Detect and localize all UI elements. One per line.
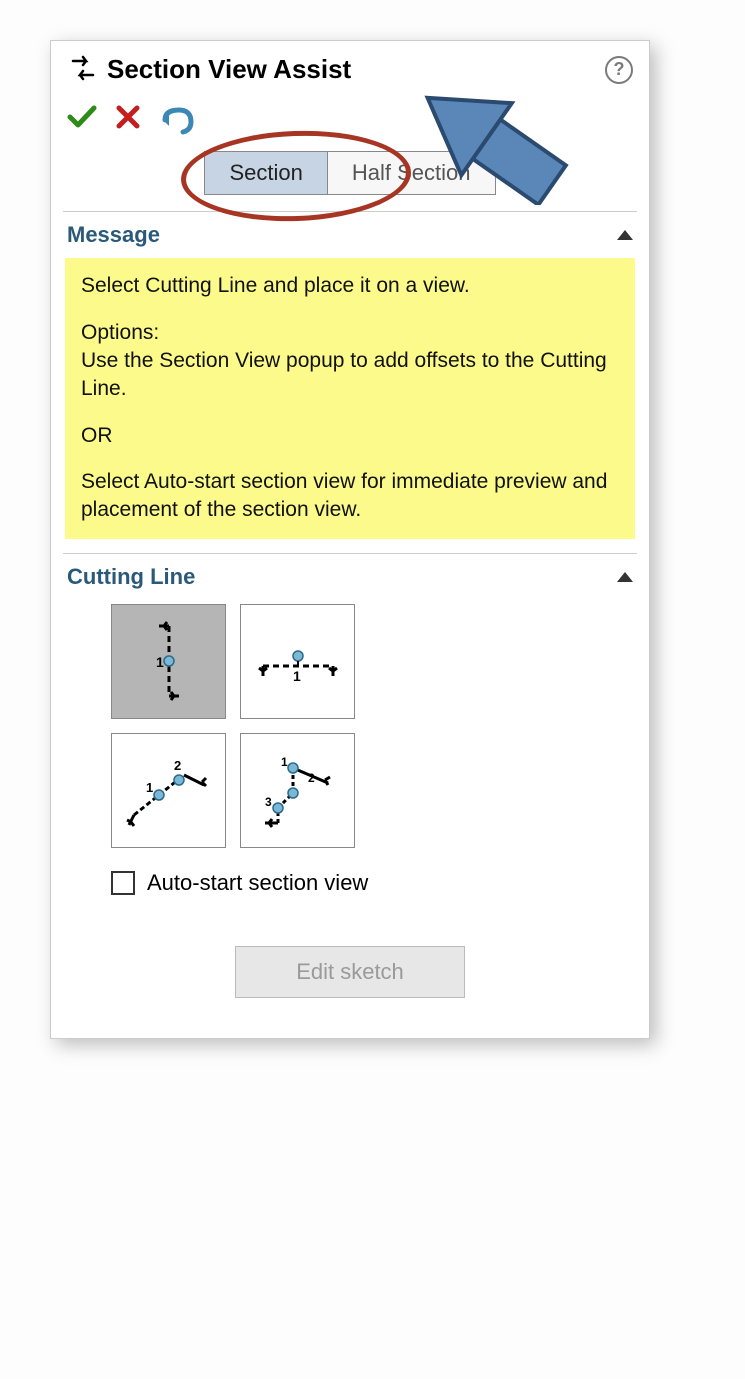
group-header-message[interactable]: Message (51, 212, 649, 254)
cutting-line-options: 1 1 1 2 (111, 604, 649, 848)
tab-half-section[interactable]: Half Section (328, 151, 496, 195)
svg-text:1: 1 (281, 755, 288, 769)
checkbox-icon (111, 871, 135, 895)
help-icon[interactable]: ? (605, 56, 633, 84)
cutting-line-vertical[interactable]: 1 (111, 604, 226, 719)
message-line: Select Auto-start section view for immed… (81, 468, 619, 525)
cutting-line-aligned[interactable]: 1 2 (111, 733, 226, 848)
cutting-line-horizontal[interactable]: 1 (240, 604, 355, 719)
action-row (51, 90, 649, 145)
checkbox-label: Auto-start section view (147, 870, 368, 896)
cutting-line-broken[interactable]: 1 2 3 (240, 733, 355, 848)
message-line: Options: Use the Section View popup to a… (81, 319, 619, 404)
message-box: Select Cutting Line and place it on a vi… (65, 258, 635, 538)
tab-row: Section Half Section (51, 145, 649, 211)
auto-start-checkbox[interactable]: Auto-start section view (111, 870, 649, 896)
message-line: OR (81, 422, 619, 450)
svg-text:3: 3 (265, 795, 272, 809)
svg-text:2: 2 (308, 771, 315, 785)
feature-icon (67, 53, 99, 86)
ok-button[interactable] (67, 100, 97, 139)
undo-button[interactable] (159, 104, 195, 136)
svg-text:1: 1 (156, 654, 164, 670)
chevron-up-icon (617, 572, 633, 582)
group-label: Cutting Line (67, 564, 195, 590)
chevron-up-icon (617, 230, 633, 240)
group-label: Message (67, 222, 160, 248)
svg-text:2: 2 (174, 758, 181, 773)
message-line: Select Cutting Line and place it on a vi… (81, 272, 619, 300)
svg-text:1: 1 (146, 780, 153, 795)
property-panel: Section View Assist ? (50, 40, 650, 1039)
panel-header: Section View Assist ? (51, 41, 649, 90)
tab-section[interactable]: Section (204, 151, 327, 195)
group-header-cutting-line[interactable]: Cutting Line (51, 554, 649, 596)
cancel-button[interactable] (115, 100, 141, 139)
svg-text:1: 1 (293, 668, 301, 684)
edit-sketch-button: Edit sketch (235, 946, 465, 998)
panel-title: Section View Assist (107, 54, 605, 85)
